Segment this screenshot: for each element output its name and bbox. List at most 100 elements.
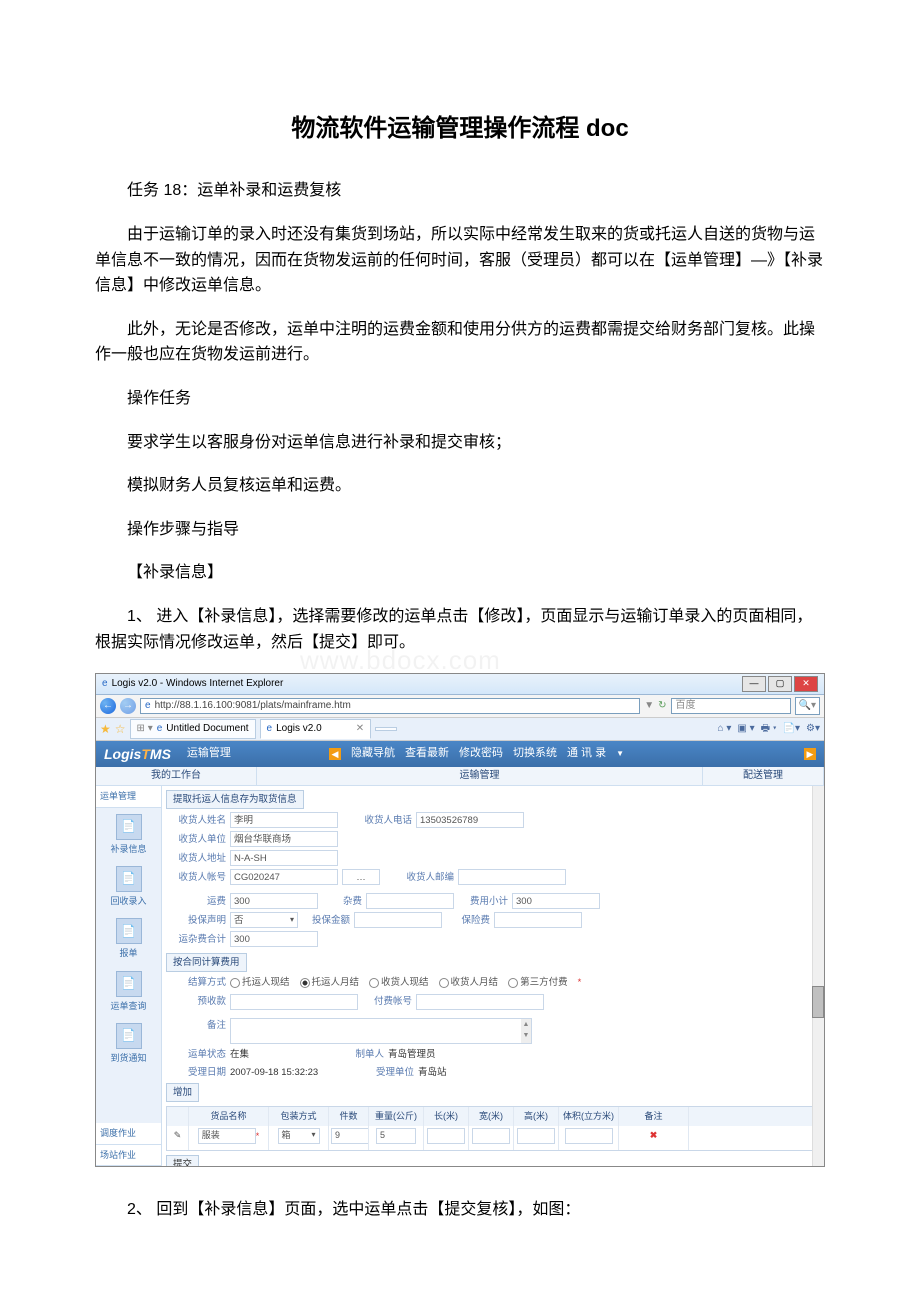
sidebar-item-query[interactable]: 📄 运单查询 — [96, 965, 161, 1017]
col-delivery[interactable]: 配送管理 — [703, 767, 824, 785]
accept-date-label: 受理日期 — [166, 1065, 226, 1080]
goods-qty-input[interactable]: 9 — [331, 1128, 369, 1144]
feed-icon[interactable]: ▣ ▾ — [737, 721, 754, 737]
consignee-name-input[interactable]: 李明 — [230, 812, 338, 828]
delete-row-icon[interactable]: ✖ — [650, 1130, 658, 1140]
col-workbench[interactable]: 我的工作台 — [96, 767, 257, 785]
goods-name-input[interactable]: 服装 — [198, 1128, 256, 1144]
settle-opt-4[interactable]: 第三方付费 — [508, 975, 568, 990]
settle-required-star: * — [578, 975, 582, 990]
goods-volume-input[interactable] — [565, 1128, 613, 1144]
submit-button[interactable]: 提交 — [166, 1155, 199, 1166]
consignee-addr-input[interactable]: N-A-SH — [230, 850, 338, 866]
insure-amt-label: 投保金额 — [302, 913, 350, 928]
home-icon[interactable]: ⌂ ▾ — [718, 721, 732, 737]
tab-logis[interactable]: e Logis v2.0 ✕ — [260, 719, 372, 739]
accept-date-value: 2007-09-18 15:32:23 — [230, 1065, 360, 1080]
prepay-label: 预收款 — [166, 994, 226, 1009]
creator-label: 制单人 — [334, 1047, 384, 1062]
collapse-right-icon[interactable]: ▶ — [804, 748, 816, 760]
insure-fee-input[interactable] — [494, 912, 582, 928]
intro-para-2: 此外，无论是否修改，运单中注明的运费金额和使用分供方的运费都需提交给财务部门复核… — [95, 317, 825, 368]
form-area: 提取托运人信息存为取货信息 收货人姓名 李明 收货人电话 13503526789… — [162, 786, 824, 1166]
tools-icon[interactable]: ⚙▾ — [806, 721, 820, 737]
tab-new[interactable] — [375, 727, 397, 731]
accept-unit-label: 受理单位 — [364, 1065, 414, 1080]
consignee-phone-input[interactable]: 13503526789 — [416, 812, 524, 828]
edit-row-icon[interactable]: ✎ — [174, 1130, 182, 1140]
goods-table-header: 货品名称 包装方式 件数 重量(公斤) 长(米) 宽(米) 高(米) 体积(立方… — [167, 1107, 817, 1125]
sidebar-section-dispatch[interactable]: 调度作业 — [96, 1123, 161, 1144]
pay-acct-input[interactable] — [416, 994, 544, 1010]
fee-total-input[interactable]: 300 — [230, 931, 318, 947]
subtotal-label: 费用小计 — [458, 894, 508, 909]
url-input[interactable]: e http://88.1.16.100:9081/plats/mainfram… — [140, 698, 640, 714]
add-favorite-icon[interactable]: ☆ — [115, 720, 126, 739]
goods-length-input[interactable] — [427, 1128, 465, 1144]
goods-width-input[interactable] — [472, 1128, 510, 1144]
consignee-acct-label: 收货人帐号 — [166, 870, 226, 885]
print-icon[interactable]: 🖶 ▾ — [761, 721, 777, 737]
consignee-company-input[interactable]: 烟台华联商场 — [230, 831, 338, 847]
settle-opt-2[interactable]: 收货人现结 — [369, 975, 429, 990]
fetch-consignor-button[interactable]: 提取托运人信息存为取货信息 — [166, 790, 304, 809]
sidebar-item-recycle-entry[interactable]: 📄 回收录入 — [96, 860, 161, 912]
forward-button[interactable]: → — [120, 698, 136, 714]
ie-title-bar: e Logis v2.0 - Windows Internet Explorer… — [96, 674, 824, 695]
goods-height-input[interactable] — [517, 1128, 555, 1144]
settle-label: 结算方式 — [166, 975, 226, 990]
col-transport[interactable]: 运输管理 — [257, 767, 703, 785]
minimize-button[interactable]: — — [742, 676, 766, 692]
collapse-left-icon[interactable]: ◀ — [329, 748, 341, 760]
maximize-button[interactable]: ▢ — [768, 676, 792, 692]
sidebar-item-report[interactable]: 📄 报单 — [96, 912, 161, 964]
remark-textarea[interactable] — [230, 1018, 532, 1044]
consignee-zip-input[interactable] — [458, 869, 566, 885]
settle-opt-3[interactable]: 收货人月结 — [439, 975, 499, 990]
consignee-acct-input[interactable]: CG020247 — [230, 869, 338, 885]
sidebar-item-arrival-notice[interactable]: 📄 到货通知 — [96, 1017, 161, 1069]
step-1: 1、 进入【补录信息】，选择需要修改的运单点击【修改】，页面显示与运输订单录入的… — [95, 604, 825, 655]
contacts-link[interactable]: 通 讯 录 — [567, 745, 606, 763]
search-go-button[interactable]: 🔍▾ — [795, 697, 820, 715]
misc-input[interactable] — [366, 893, 454, 909]
ie-icon: e — [102, 676, 108, 692]
insure-amt-input[interactable] — [354, 912, 442, 928]
scrollbar-thumb[interactable] — [812, 986, 824, 1018]
back-button[interactable]: ← — [100, 698, 116, 714]
goods-pack-select[interactable]: 箱▾ — [278, 1128, 320, 1144]
sidebar-item-supply[interactable]: 📄 补录信息 — [96, 808, 161, 860]
search-input[interactable]: 百度 — [671, 698, 791, 714]
insure-decl-select[interactable]: 否▾ — [230, 912, 298, 928]
switch-system-link[interactable]: 切换系统 — [513, 745, 557, 763]
refresh-link[interactable]: 查看最新 — [405, 745, 449, 763]
settle-opt-1[interactable]: 托运人月结 — [300, 975, 360, 990]
tab-untitled[interactable]: ⊞ ▾ e Untitled Document — [130, 719, 256, 739]
creator-value: 青岛管理员 — [388, 1047, 488, 1062]
change-password-link[interactable]: 修改密码 — [459, 745, 503, 763]
doc-icon: 📄 — [116, 971, 142, 997]
accept-unit-value: 青岛站 — [418, 1065, 518, 1080]
dropdown-icon[interactable]: ▼ — [616, 748, 624, 761]
sidebar-section-waybill[interactable]: 运单管理 — [96, 786, 161, 807]
settle-opt-0[interactable]: 托运人现结 — [230, 975, 290, 990]
supply-heading: 【补录信息】 — [95, 560, 825, 586]
prepay-input[interactable] — [230, 994, 358, 1010]
acct-lookup-button[interactable]: … — [342, 869, 380, 885]
section-steps: 操作步骤与指导 — [95, 517, 825, 543]
add-goods-button[interactable]: 增加 — [166, 1083, 199, 1102]
contract-fee-button[interactable]: 按合同计算费用 — [166, 953, 247, 972]
favorites-star-icon[interactable]: ★ — [100, 720, 111, 739]
consignee-company-label: 收货人单位 — [166, 832, 226, 847]
task-label: 任务 18：运单补录和运费复核 — [95, 178, 825, 204]
page-icon[interactable]: 📄▾ — [783, 721, 800, 737]
sidebar-section-station[interactable]: 场站作业 — [96, 1145, 161, 1166]
section-op-task: 操作任务 — [95, 386, 825, 412]
consignee-zip-label: 收货人邮编 — [384, 870, 454, 885]
hide-nav-link[interactable]: 隐藏导航 — [351, 745, 395, 763]
consignee-phone-label: 收货人电话 — [342, 813, 412, 828]
freight-input[interactable]: 300 — [230, 893, 318, 909]
subtotal-input[interactable]: 300 — [512, 893, 600, 909]
close-button[interactable]: ✕ — [794, 676, 818, 692]
goods-weight-input[interactable]: 5 — [376, 1128, 416, 1144]
